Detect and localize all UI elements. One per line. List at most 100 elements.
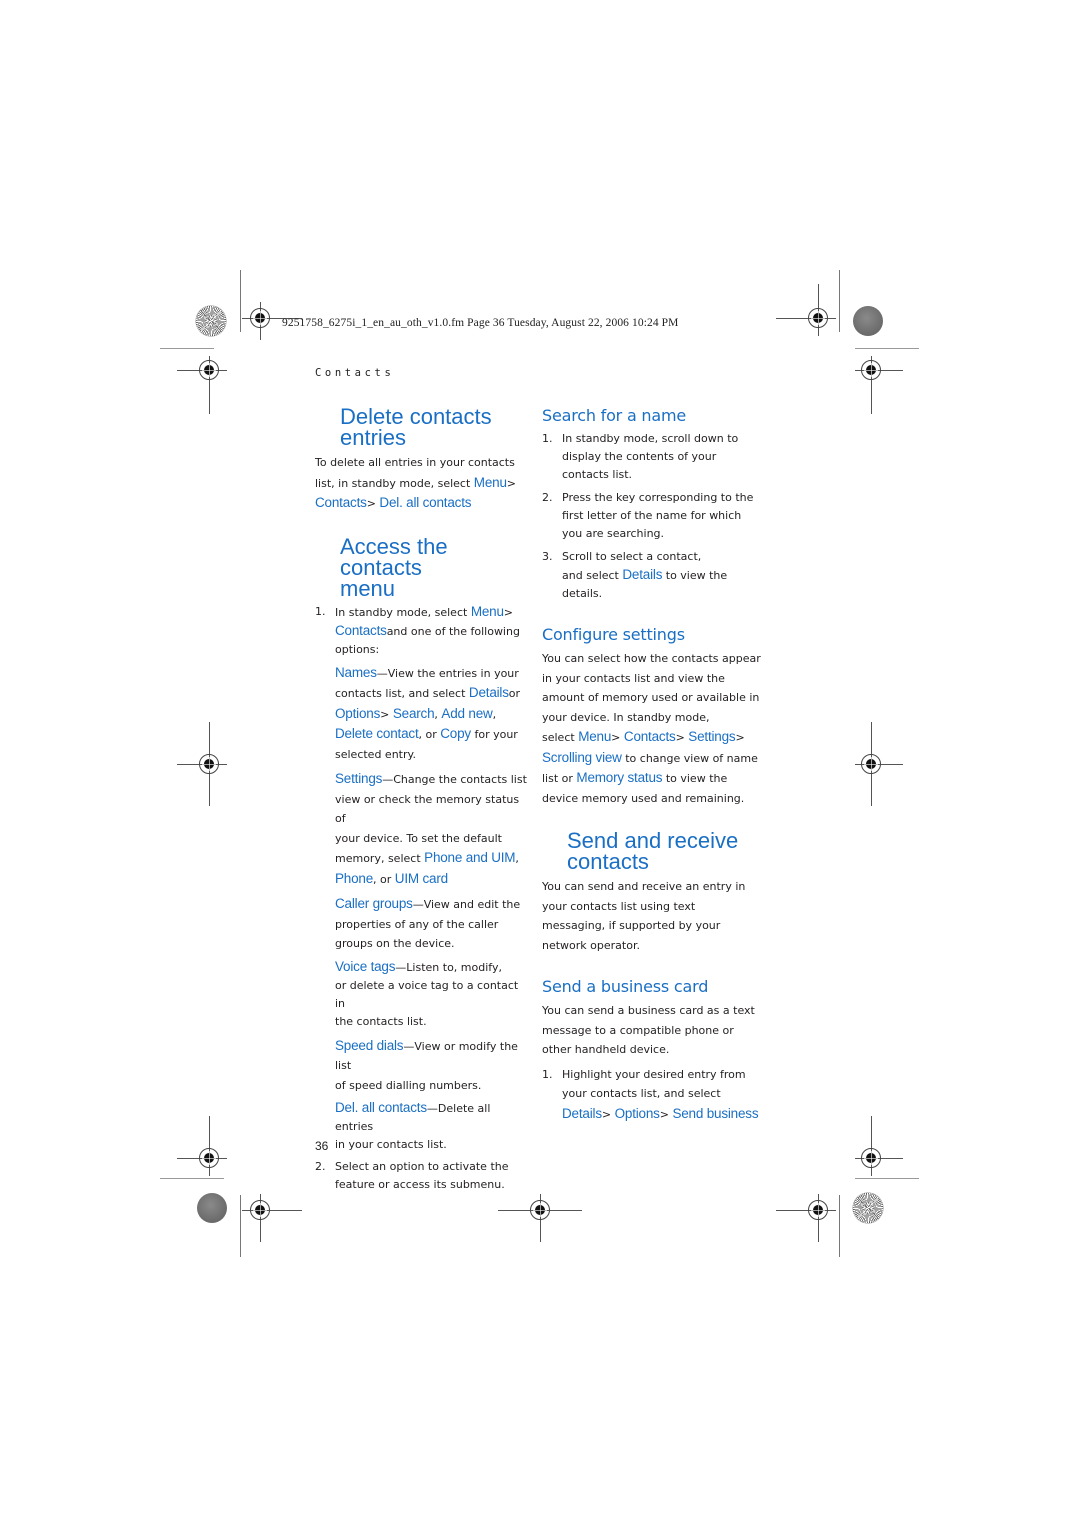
text: to view the: [665, 569, 728, 582]
text: or: [425, 728, 441, 741]
ui-term-add-new: Add new: [441, 705, 493, 721]
text: your contacts list, and select: [562, 1087, 721, 1100]
list-number: 1.: [542, 1067, 553, 1081]
option-del-all-contacts: Del. all contacts—Delete all entries in …: [315, 1099, 530, 1154]
title-line: contacts: [567, 849, 649, 874]
ui-term-caller-groups: Caller groups: [335, 896, 413, 911]
crop-line: [240, 1195, 241, 1257]
text: memory, select: [335, 852, 425, 865]
text: select: [542, 731, 579, 744]
separator: >: [380, 707, 390, 721]
option-voice-tags: Voice tags—Listen to, modify, or delete …: [315, 958, 530, 1031]
paragraph: To delete all entries in your contacts l…: [315, 453, 530, 514]
text: In standby mode, scroll down to: [562, 432, 739, 445]
separator: >: [611, 731, 621, 744]
text: to view the: [665, 772, 728, 785]
text: —Listen to, modify,: [395, 960, 502, 974]
option-names: Names—View the entries in your contacts …: [335, 664, 521, 761]
text: properties of any of the caller: [335, 917, 499, 931]
section-send-business-card: Send a business card You can send a busi…: [542, 977, 767, 1124]
crop-line: [855, 1178, 919, 1179]
text: your device. In standby mode,: [542, 710, 710, 724]
text: and select: [562, 569, 623, 582]
crop-line: [839, 1195, 840, 1257]
list-item: 2. Press the key corresponding to the fi…: [542, 489, 767, 543]
crop-line: [160, 348, 214, 349]
section-send-receive-contacts: Send and receive contacts You can send a…: [542, 830, 767, 955]
text: or delete a voice tag to a contact in: [335, 978, 519, 1010]
section-title: Configure settings: [542, 625, 685, 644]
text: list or: [542, 772, 577, 785]
text: selected entry.: [335, 747, 416, 761]
text: list, in standby mode, select: [315, 476, 474, 490]
ui-term-scrolling-view: Scrolling view: [542, 749, 622, 765]
separator: >: [366, 497, 376, 510]
text: message to a compatible phone or: [542, 1023, 734, 1037]
text: Press the key corresponding to the: [562, 491, 754, 504]
paragraph: You can select how the contacts appear i…: [542, 649, 767, 808]
ui-term-names: Names: [335, 664, 377, 680]
text: Highlight your desired entry from: [562, 1067, 746, 1081]
separator: >: [506, 476, 516, 490]
separator: >: [675, 731, 685, 744]
paragraph: You can send a business card as a text m…: [542, 1001, 767, 1060]
right-column: Search for a name 1. In standby mode, sc…: [542, 406, 767, 1124]
text: You can send and receive an entry in: [542, 880, 746, 893]
ui-term-details: Details: [622, 567, 663, 582]
ui-term-menu: Menu: [473, 474, 507, 490]
text: device memory used and remaining.: [542, 791, 745, 805]
text: Select an option to activate the: [335, 1160, 509, 1173]
text: view or check the memory status of: [335, 792, 520, 826]
ui-term-contacts: Contacts: [315, 495, 367, 510]
text: contacts list, and select: [335, 687, 469, 700]
section-configure-settings: Configure settings You can select how th…: [542, 625, 767, 808]
print-slug: 9251758_6275i_1_en_au_oth_v1.0.fm Page 3…: [282, 317, 679, 329]
text: you are searching.: [562, 527, 665, 540]
title-line: entries: [340, 425, 407, 450]
text: In standby mode, select: [335, 605, 471, 619]
list-item: 1. Highlight your desired entry from you…: [542, 1065, 767, 1125]
text: feature or access its submenu.: [335, 1178, 505, 1191]
text: your contacts list using text: [542, 899, 696, 913]
text: You can select how the contacts appear: [542, 652, 761, 665]
list-number: 2.: [542, 491, 553, 504]
ui-term-phone-and-uim: Phone and UIM: [424, 850, 516, 865]
list-item: 3. Scroll to select a contact, and selec…: [542, 548, 767, 603]
text: messaging, if supported by your: [542, 919, 721, 932]
title-line: Access the contacts: [340, 533, 448, 580]
color-bar-starburst-icon: [853, 1193, 883, 1223]
text: To delete all entries in your contacts: [315, 456, 515, 469]
option-caller-groups: Caller groups—View and edit the properti…: [315, 894, 530, 954]
text: —View the entries in your: [376, 666, 519, 680]
color-bar-gray-icon: [197, 1193, 227, 1223]
ui-term-del-all-contacts: Del. all contacts: [379, 495, 472, 510]
section-access-contacts-menu: Access the contacts menu 1. In standby m…: [315, 533, 530, 1195]
color-bar-gray-icon: [853, 306, 883, 336]
section-title: Search for a name: [542, 406, 687, 425]
text: for your: [474, 728, 518, 741]
list-number: 1.: [542, 432, 553, 445]
ui-term-menu: Menu: [470, 603, 504, 619]
crop-line: [240, 270, 241, 332]
option-speed-dials: Speed dials—View or modify the list of s…: [315, 1036, 530, 1096]
separator: >: [503, 605, 514, 619]
color-bar-starburst-icon: [196, 306, 226, 336]
text: —View and edit the: [412, 898, 521, 911]
list-item: 1. In standby mode, select Menu> Contact…: [315, 603, 530, 659]
list-item: 1. In standby mode, scroll down to displ…: [542, 430, 767, 484]
section-delete-contacts: Delete contacts entries To delete all en…: [315, 406, 530, 514]
text: amount of memory used or available in: [542, 691, 760, 704]
ui-term-details: Details: [468, 685, 509, 700]
list-number: 3.: [542, 550, 553, 563]
text: You can send a business card as a text: [542, 1004, 755, 1017]
separator: >: [735, 731, 745, 744]
section-title: Send and receive contacts: [542, 830, 767, 874]
text: or: [508, 687, 521, 700]
ui-term-memory-status: Memory status: [576, 770, 663, 785]
ui-term-menu: Menu: [578, 729, 612, 744]
text: network operator.: [542, 938, 640, 952]
ui-term-uim-card: UIM card: [394, 870, 448, 886]
title-line: menu: [340, 575, 396, 601]
text: details.: [562, 587, 603, 600]
text: groups on the device.: [335, 937, 455, 950]
